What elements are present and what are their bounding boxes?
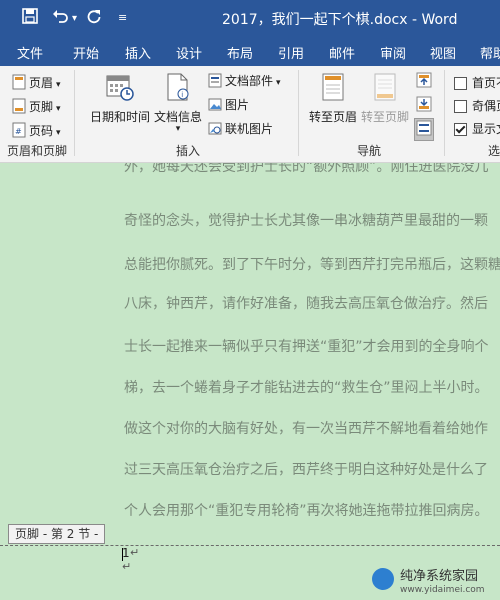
next-section-button[interactable] xyxy=(416,96,432,115)
paragraph-mark: ↵ xyxy=(130,546,140,559)
redo-icon[interactable] xyxy=(86,8,102,28)
paragraph-mark: ↵ xyxy=(122,560,132,573)
previous-section-icon xyxy=(416,72,432,88)
save-icon[interactable] xyxy=(22,8,38,28)
tab-view[interactable]: 视图 xyxy=(430,43,456,62)
chevron-down-icon: ▾ xyxy=(56,128,61,138)
body-text-line: 个人会用那个“重犯专用轮椅”再次将她连拖带拉推回病房。 xyxy=(124,503,489,519)
tab-review[interactable]: 审阅 xyxy=(380,43,406,62)
footer-section-label: 页脚 - 第 2 节 - xyxy=(8,524,106,544)
body-text-line: 做这个对你的大脑有好处，有一次当西芹不解地看着给她作 xyxy=(124,421,488,437)
tab-file[interactable]: 文件 xyxy=(17,43,43,62)
body-text-line: 外，她每天还会受到护士长的“额外照顾”。刚住进医院没几 xyxy=(124,163,489,175)
previous-section-button[interactable] xyxy=(416,72,432,91)
show-document-text-checkbox[interactable]: 显示文 xyxy=(454,120,500,137)
group-label-insert: 插入 xyxy=(176,144,201,158)
watermark-url: www.yidaimei.com xyxy=(400,585,485,595)
body-text-line: 梯，去一个蜷着身子才能钻进去的“救生仓”里闷上半小时。 xyxy=(124,380,489,396)
quick-parts-icon xyxy=(208,73,222,91)
different-first-page-checkbox[interactable]: 首页不 xyxy=(454,74,500,91)
tab-home[interactable]: 开始 xyxy=(73,43,99,62)
goto-header-icon xyxy=(306,72,360,105)
window-title: 2017，我们一起下个棋.docx - Word xyxy=(222,12,458,28)
tab-help[interactable]: 帮助 xyxy=(480,43,500,62)
goto-footer-button: 转至页脚 xyxy=(358,72,412,125)
checkbox-checked-icon xyxy=(454,123,467,136)
watermark-text: 纯净系统家园 xyxy=(400,569,479,584)
footer-boundary-line xyxy=(0,545,500,546)
tab-insert[interactable]: 插入 xyxy=(125,43,151,62)
body-text-line: 士长一起推来一辆似乎只有押送“重犯”才会用到的全身响个 xyxy=(124,339,489,355)
header-icon xyxy=(12,74,26,93)
group-divider xyxy=(298,70,299,156)
group-divider xyxy=(74,70,75,156)
page-number-icon: # xyxy=(12,122,26,141)
ribbon-tabs: 文件 开始 插入 设计 布局 引用 邮件 审阅 视图 帮助 xyxy=(0,36,500,66)
link-to-previous-button[interactable] xyxy=(414,118,434,141)
body-text-line: 奇怪的念头，觉得护士长尤其像一串冰糖葫芦里最甜的一颗 xyxy=(124,213,488,229)
pictures-button[interactable]: 图片 xyxy=(208,96,249,114)
footer-icon xyxy=(12,98,26,117)
group-label-navigation: 导航 xyxy=(357,144,382,158)
group-label-options: 选 xyxy=(488,144,500,158)
body-text-line: 过三天高压氧仓治疗之后，西芹终于明白这种好处是什么了 xyxy=(124,462,488,478)
undo-dropdown-icon[interactable]: ▾ xyxy=(72,13,77,24)
goto-header-button[interactable]: 转至页眉 xyxy=(306,72,360,125)
checkbox-unchecked-icon xyxy=(454,77,467,90)
customize-qat-icon[interactable]: ≡ xyxy=(118,11,127,24)
tab-design[interactable]: 设计 xyxy=(176,43,202,62)
undo-icon[interactable] xyxy=(52,8,70,28)
doc-info-button[interactable]: i 文档信息 ▾ xyxy=(152,72,204,134)
title-bar: ▾ ≡ 2017，我们一起下个棋.docx - Word xyxy=(0,0,500,36)
tab-mailings[interactable]: 邮件 xyxy=(329,43,355,62)
page-number-field[interactable]: 1 xyxy=(122,546,130,560)
group-label-header-footer: 页眉和页脚 xyxy=(7,144,68,158)
page-number-button[interactable]: # 页码 ▾ xyxy=(12,122,61,141)
chevron-down-icon: ▾ xyxy=(175,124,181,134)
document-info-icon: i xyxy=(152,72,204,105)
svg-text:#: # xyxy=(15,127,22,136)
chevron-down-icon: ▾ xyxy=(276,78,281,88)
chevron-down-icon: ▾ xyxy=(56,104,61,114)
header-button[interactable]: 页眉 ▾ xyxy=(12,74,61,93)
tab-references[interactable]: 引用 xyxy=(278,43,304,62)
calendar-icon xyxy=(88,72,152,105)
body-text-line: 八床，钟西芹，请作好准备，随我去高压氧仓做治疗。然后 xyxy=(124,296,488,312)
link-to-previous-icon xyxy=(416,120,432,136)
picture-icon xyxy=(208,98,222,114)
checkbox-unchecked-icon xyxy=(454,100,467,113)
date-time-button[interactable]: 日期和时间 xyxy=(88,72,152,125)
next-section-icon xyxy=(416,96,432,112)
ribbon: 页眉 ▾ 页脚 ▾ # 页码 ▾ 页眉和页脚 日期和时间 i 文档信息 ▾ 文档部件 ▾ … xyxy=(0,66,500,163)
footer-button[interactable]: 页脚 ▾ xyxy=(12,98,61,117)
watermark-logo xyxy=(372,568,394,590)
chevron-down-icon: ▾ xyxy=(56,80,61,90)
online-picture-icon xyxy=(208,122,222,138)
body-text-line: 总能把你腻死。到了下午时分，等到西芹打完吊瓶后，这颗糖 xyxy=(124,257,500,273)
quick-parts-button[interactable]: 文档部件 ▾ xyxy=(208,72,281,91)
goto-footer-icon xyxy=(358,72,412,105)
online-pictures-button[interactable]: 联机图片 xyxy=(208,120,273,138)
group-divider xyxy=(444,70,445,156)
different-odd-even-checkbox[interactable]: 奇偶页 xyxy=(454,97,500,114)
tab-layout[interactable]: 布局 xyxy=(227,43,253,62)
svg-text:i: i xyxy=(181,91,183,99)
